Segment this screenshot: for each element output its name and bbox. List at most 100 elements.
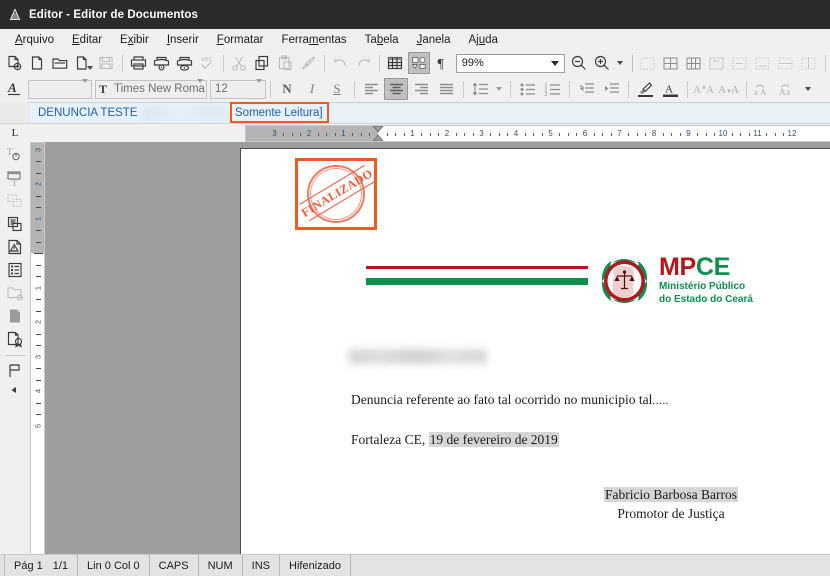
chevron-down-icon[interactable] bbox=[197, 79, 203, 95]
paste-button[interactable] bbox=[274, 52, 296, 74]
sidebar-collapse-button[interactable] bbox=[3, 383, 27, 397]
menu-janela[interactable]: Janela bbox=[408, 33, 460, 47]
superscript-button[interactable]: a A bbox=[751, 78, 775, 100]
status-page[interactable]: Pág 1 1/1 bbox=[4, 555, 79, 576]
text-frame-tool[interactable]: T bbox=[3, 167, 27, 189]
menu-editar[interactable]: Editar bbox=[63, 33, 111, 47]
show-draw-functions-button[interactable] bbox=[407, 52, 430, 74]
insert-table-button[interactable] bbox=[384, 52, 406, 74]
export-pdf-button[interactable] bbox=[173, 52, 195, 74]
apply-style-button[interactable]: A bbox=[3, 78, 27, 100]
ruler-tick bbox=[403, 133, 405, 136]
status-caps[interactable]: CAPS bbox=[150, 555, 199, 576]
table-merge-cells-button[interactable] bbox=[637, 52, 659, 74]
date-field[interactable]: 19 de fevereiro de 2019 bbox=[428, 432, 559, 447]
open-folder-button[interactable] bbox=[49, 52, 71, 74]
table-align-top-button[interactable] bbox=[706, 52, 728, 74]
font-size-combobox[interactable]: 12 bbox=[210, 79, 266, 99]
chevron-down-icon[interactable] bbox=[256, 79, 262, 95]
menu-ferramentas[interactable]: Ferramentas bbox=[272, 33, 355, 47]
print-button[interactable] bbox=[127, 52, 149, 74]
indent-marker[interactable] bbox=[372, 126, 384, 141]
certificate-tool[interactable] bbox=[3, 328, 27, 350]
vruler-tick bbox=[36, 264, 41, 266]
duplicate-document-tool[interactable] bbox=[3, 213, 27, 235]
align-justify-button[interactable] bbox=[434, 78, 458, 100]
save-button[interactable] bbox=[95, 52, 117, 74]
decrease-font-size-button[interactable]: A ▼ A bbox=[717, 78, 741, 100]
subscript-button[interactable]: A a bbox=[776, 78, 800, 100]
warning-document-tool[interactable] bbox=[3, 236, 27, 258]
undo-button[interactable] bbox=[329, 52, 351, 74]
zoom-level-combobox[interactable]: 99% bbox=[455, 53, 565, 73]
align-left-button[interactable] bbox=[359, 78, 383, 100]
table-insert-col-button[interactable] bbox=[798, 52, 820, 74]
ruler-left-margin bbox=[246, 126, 378, 141]
formatting-marks-button[interactable]: ¶ bbox=[431, 52, 453, 74]
zoom-out-button[interactable] bbox=[568, 52, 590, 74]
status-hyphenation[interactable]: Hifenizado bbox=[280, 555, 351, 576]
document-canvas[interactable]: FINALIZADO MPCE Ministério Público do Es… bbox=[45, 142, 830, 554]
table-align-center-button[interactable] bbox=[729, 52, 751, 74]
align-center-button[interactable] bbox=[384, 78, 408, 100]
open-recent-button[interactable] bbox=[72, 52, 94, 74]
status-line-col[interactable]: Lin 0 Col 0 bbox=[78, 555, 150, 576]
zoom-in-button[interactable] bbox=[591, 52, 613, 74]
zoom-dropdown-arrow[interactable] bbox=[547, 54, 563, 72]
toolbar-overflow-button[interactable] bbox=[614, 52, 627, 74]
spellcheck-button[interactable]: ABC bbox=[196, 52, 218, 74]
new-document-button[interactable] bbox=[3, 52, 25, 74]
bullet-list-button[interactable] bbox=[515, 78, 539, 100]
paragraph-style-combobox[interactable] bbox=[28, 79, 92, 99]
underline-button[interactable]: S bbox=[325, 78, 349, 100]
menu-tabela[interactable]: Tabela bbox=[356, 33, 408, 47]
tab-stop-selector[interactable]: L bbox=[0, 124, 30, 142]
table-optimize-button[interactable] bbox=[683, 52, 705, 74]
decrease-indent-button[interactable] bbox=[574, 78, 598, 100]
folder-tool[interactable] bbox=[3, 282, 27, 304]
menu-arquivo[interactable]: Arquivo bbox=[6, 33, 63, 47]
list-document-tool[interactable] bbox=[3, 259, 27, 281]
signature-block[interactable]: Fabricio Barbosa Barros Promotor de Just… bbox=[556, 485, 786, 523]
print-preview-button[interactable] bbox=[150, 52, 172, 74]
bold-button[interactable]: N bbox=[275, 78, 299, 100]
format-overflow-button[interactable] bbox=[801, 78, 815, 100]
menu-inserir[interactable]: Inserir bbox=[158, 33, 208, 47]
increase-indent-button[interactable] bbox=[599, 78, 623, 100]
cut-button[interactable] bbox=[228, 52, 250, 74]
table-insert-row-button[interactable] bbox=[775, 52, 797, 74]
font-name-combobox[interactable]: T Times New Roma bbox=[95, 79, 207, 99]
document-paragraph-1[interactable]: Denuncia referente ao fato tal ocorrido … bbox=[351, 392, 669, 408]
document-paragraph-2[interactable]: Fortaleza CE, 19 de fevereiro de 2019 bbox=[351, 432, 559, 448]
signature-name-field[interactable]: Fabricio Barbosa Barros bbox=[604, 487, 738, 502]
flag-tool[interactable] bbox=[3, 360, 27, 382]
table-split-cells-button[interactable] bbox=[660, 52, 682, 74]
window-title: Editor - Editor de Documentos bbox=[29, 8, 199, 21]
text-cursor-tool[interactable]: T bbox=[3, 144, 27, 166]
vertical-ruler[interactable]: 3 2 1 1 2 3 4 5 bbox=[30, 142, 45, 554]
font-color-button[interactable]: A bbox=[658, 78, 682, 100]
menu-ajuda[interactable]: Ajuda bbox=[459, 33, 506, 47]
numbered-list-button[interactable]: 1 2 3 bbox=[540, 78, 564, 100]
status-ins[interactable]: INS bbox=[243, 555, 281, 576]
document-tab[interactable]: DENUNCIA TESTE Somente Leitura] bbox=[30, 102, 830, 123]
table-align-bottom-button[interactable] bbox=[752, 52, 774, 74]
line-spacing-dropdown[interactable] bbox=[493, 78, 505, 100]
insert-field-tool[interactable] bbox=[3, 190, 27, 212]
menu-formatar[interactable]: Formatar bbox=[208, 33, 273, 47]
highlight-color-button[interactable] bbox=[633, 78, 657, 100]
document-page[interactable]: FINALIZADO MPCE Ministério Público do Es… bbox=[240, 148, 830, 554]
align-right-button[interactable] bbox=[409, 78, 433, 100]
italic-button[interactable]: I bbox=[300, 78, 324, 100]
redo-button[interactable] bbox=[352, 52, 374, 74]
increase-font-size-button[interactable]: A ▲ A bbox=[692, 78, 716, 100]
chevron-down-icon[interactable] bbox=[82, 79, 88, 95]
page-tool[interactable] bbox=[3, 305, 27, 327]
open-document-button[interactable] bbox=[26, 52, 48, 74]
copy-button[interactable] bbox=[251, 52, 273, 74]
menu-exibir[interactable]: Exibir bbox=[111, 33, 158, 47]
horizontal-ruler[interactable]: 3 2 1 1 2 3 4 5 6 7 8 9 10 11 12 bbox=[245, 125, 830, 142]
format-paintbrush-button[interactable] bbox=[297, 52, 319, 74]
status-num[interactable]: NUM bbox=[199, 555, 243, 576]
line-spacing-button[interactable] bbox=[468, 78, 492, 100]
